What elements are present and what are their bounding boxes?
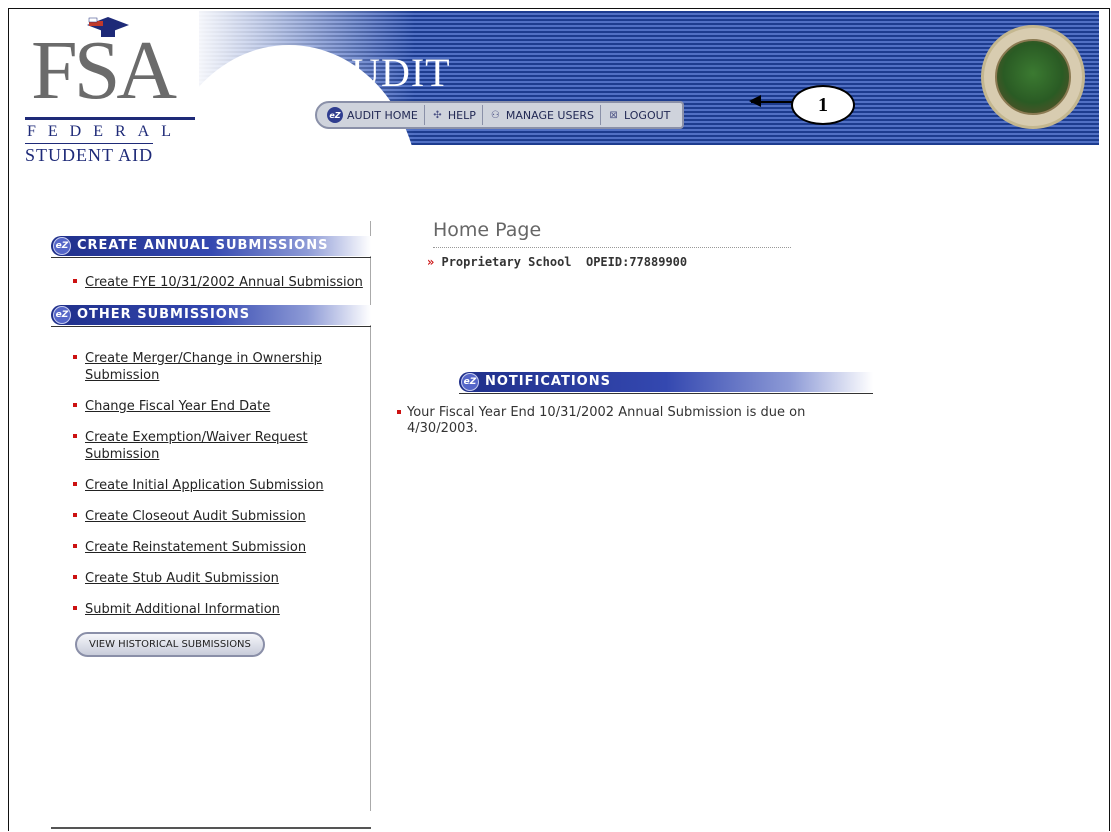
- bullet-icon: [73, 544, 77, 548]
- seal-tree-icon: [995, 39, 1071, 115]
- annual-links: Create FYE 10/31/2002 Annual Submission: [37, 274, 383, 291]
- section-header-notifications: eZ NOTIFICATIONS: [459, 372, 873, 394]
- link-additional-info[interactable]: Submit Additional Information: [73, 601, 383, 618]
- logout-icon: ⊠: [609, 109, 618, 121]
- help-icon: ✣: [433, 109, 442, 121]
- view-historical-button[interactable]: VIEW HISTORICAL SUBMISSIONS: [75, 632, 265, 657]
- users-icon: ⚇: [490, 109, 500, 121]
- section-header-annual: eZ CREATE ANNUAL SUBMISSIONS: [51, 236, 371, 258]
- ez-section-icon: eZ: [461, 373, 479, 391]
- school-name: Proprietary School: [441, 255, 572, 269]
- nav-manage-users-label: MANAGE USERS: [505, 108, 595, 122]
- link-closeout-audit[interactable]: Create Closeout Audit Submission: [73, 508, 383, 525]
- section-title-annual: CREATE ANNUAL SUBMISSIONS: [77, 238, 329, 253]
- ez-section-icon: eZ: [53, 306, 71, 324]
- logo-student-aid: STUDENT AID: [25, 143, 154, 165]
- nav-audit-home-label: AUDIT HOME: [347, 108, 418, 122]
- nav-help[interactable]: ✣ HELP: [425, 105, 483, 125]
- top-nav: eZ AUDIT HOME ✣ HELP ⚇ MANAGE USERS ⊠ LO…: [315, 101, 685, 129]
- ez-section-icon: eZ: [53, 237, 71, 255]
- link-initial-application[interactable]: Create Initial Application Submission: [73, 477, 383, 494]
- bullet-icon: [73, 606, 77, 610]
- logo-letters: FSA: [31, 24, 177, 117]
- other-links: Create Merger/Change in Ownership Submis…: [37, 350, 383, 618]
- notification-item: Your Fiscal Year End 10/31/2002 Annual S…: [397, 405, 827, 437]
- bullet-icon: [73, 575, 77, 579]
- bullet-icon: [73, 279, 77, 283]
- section-title-other: OTHER SUBMISSIONS: [77, 307, 251, 322]
- fsa-logo[interactable]: FSA FEDERAL STUDENT AID: [25, 13, 195, 165]
- page-title: Home Page: [433, 219, 542, 241]
- link-merger-change[interactable]: Create Merger/Change in Ownership Submis…: [73, 350, 383, 384]
- sidebar: eZ CREATE ANNUAL SUBMISSIONS Create FYE …: [37, 219, 383, 831]
- school-info: » Proprietary School OPEID:77889900: [427, 255, 687, 269]
- nav-logout[interactable]: ⊠ LOGOUT: [601, 105, 676, 125]
- ez-badge: eZ: [277, 50, 322, 95]
- logo-federal: FEDERAL: [27, 123, 183, 140]
- section-title-notifications: NOTIFICATIONS: [485, 374, 611, 389]
- opeid: OPEID:77889900: [585, 255, 688, 269]
- ez-logo-icon: eZ: [327, 107, 343, 123]
- department-seal: [981, 25, 1085, 129]
- section-header-other: eZ OTHER SUBMISSIONS: [51, 305, 371, 327]
- callout-number: 1: [791, 85, 855, 125]
- double-arrow-icon: »: [427, 255, 435, 269]
- header: FSA FEDERAL STUDENT AID eZAUDIT eZ AUDIT…: [9, 9, 1109, 169]
- nav-logout-label: LOGOUT: [624, 108, 671, 122]
- page-frame: FSA FEDERAL STUDENT AID eZAUDIT eZ AUDIT…: [8, 8, 1110, 831]
- title-divider: [433, 247, 791, 248]
- link-exemption-waiver[interactable]: Create Exemption/Waiver Request Submissi…: [73, 429, 383, 463]
- link-create-fye-annual[interactable]: Create FYE 10/31/2002 Annual Submission: [73, 274, 383, 291]
- bullet-icon: [73, 434, 77, 438]
- nav-manage-users[interactable]: ⚇ MANAGE USERS: [483, 105, 602, 125]
- sidebar-bottom-rule: [51, 827, 371, 829]
- callout-arrow-head-icon: [749, 95, 761, 107]
- link-reinstatement[interactable]: Create Reinstatement Submission: [73, 539, 383, 556]
- bullet-icon: [73, 403, 77, 407]
- bullet-icon: [73, 513, 77, 517]
- nav-audit-home[interactable]: eZ AUDIT HOME: [321, 105, 425, 125]
- link-stub-audit[interactable]: Create Stub Audit Submission: [73, 570, 383, 587]
- app-title: eZAUDIT: [277, 49, 451, 96]
- link-change-fye[interactable]: Change Fiscal Year End Date: [73, 398, 383, 415]
- notification-text: Your Fiscal Year End 10/31/2002 Annual S…: [407, 405, 806, 436]
- bullet-icon: [73, 355, 77, 359]
- app-title-text: AUDIT: [321, 50, 451, 95]
- bullet-icon: [397, 410, 401, 414]
- nav-help-label: HELP: [447, 108, 476, 122]
- logo-rule: [25, 117, 195, 120]
- bullet-icon: [73, 482, 77, 486]
